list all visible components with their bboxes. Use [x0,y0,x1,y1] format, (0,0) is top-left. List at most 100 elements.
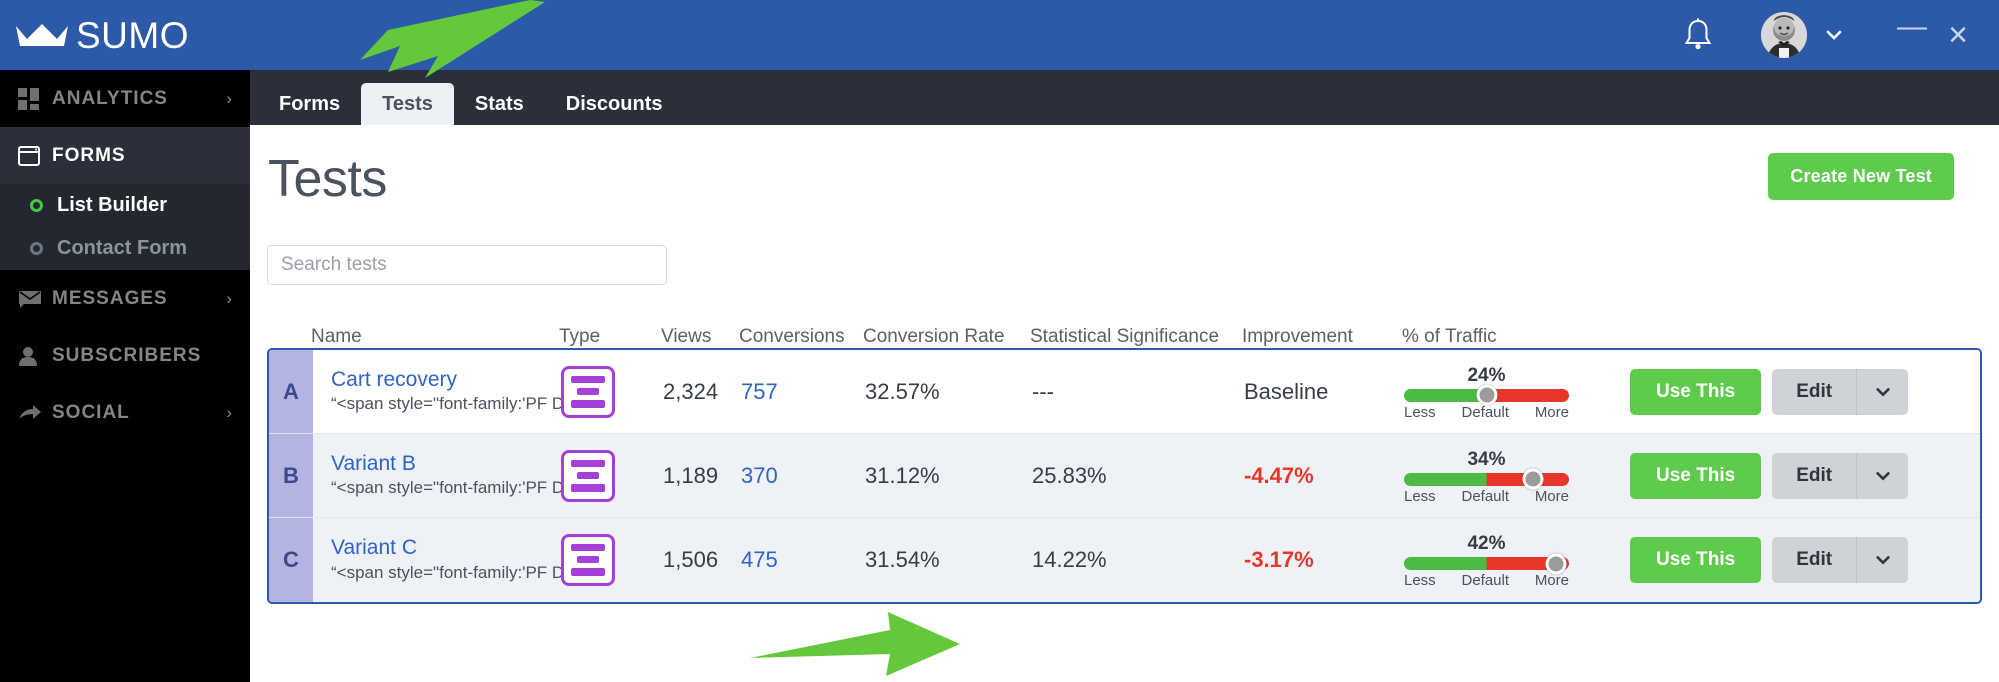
row-letter-badge: A [269,350,313,433]
template-bar [577,556,599,563]
sidebar-item-list-builder[interactable]: List Builder [0,184,250,227]
bell-icon[interactable] [1683,18,1713,52]
sidebar-item-social[interactable]: SOCIAL › [0,384,250,441]
traffic-slider-labels: Less Default More [1404,488,1569,505]
column-header-views: Views [661,326,712,347]
table-body: A Cart recovery “<span style="font-famil… [267,348,1982,604]
traffic-slider[interactable] [1404,468,1569,490]
tab-tests[interactable]: Tests [361,83,454,125]
sidebar-item-forms[interactable]: FORMS [0,127,250,184]
sidebar: ANALYTICS › FORMS List Builder Contact F… [0,70,250,682]
template-bar [571,483,605,492]
template-bar [571,399,605,408]
chevron-down-icon[interactable] [1856,537,1909,583]
sidebar-item-messages[interactable]: MESSAGES › [0,270,250,327]
chevron-down-icon[interactable] [1856,452,1909,499]
row-conversions[interactable]: 370 [741,434,865,517]
row-traffic-cell: 34% Less Default More [1404,434,1616,517]
row-improvement: -4.47% [1244,462,1314,488]
row-letter-badge: C [269,518,313,602]
tab-discounts[interactable]: Discounts [545,83,684,125]
form-template-icon[interactable] [561,449,615,502]
traffic-slider[interactable] [1404,384,1569,406]
app-window: SUMO — × ANALYTICS › FORMS List Builder … [0,0,1999,682]
sidebar-item-subscribers[interactable]: SUBSCRIBERS [0,327,250,384]
sidebar-label-subscribers: SUBSCRIBERS [52,344,202,366]
row-conversions[interactable]: 475 [741,518,865,602]
avatar[interactable] [1761,12,1807,58]
traffic-slider[interactable] [1404,553,1569,574]
row-conversion-rate: 32.57% [865,378,940,404]
row-conversion-rate: 31.12% [865,462,940,488]
tab-stats[interactable]: Stats [454,83,545,125]
sidebar-label-contact-form: Contact Form [57,237,187,259]
tab-forms[interactable]: Forms [258,83,361,125]
sidebar-label-forms: FORMS [52,144,126,166]
slider-label-default: Default [1461,403,1510,421]
table-row[interactable]: C Variant C “<span style="font-family:'P… [269,518,1980,602]
row-type-cell [561,518,663,602]
test-name-link[interactable]: Variant C [331,535,417,561]
bullet-dot-icon [30,199,43,212]
table-row[interactable]: A Cart recovery “<span style="font-famil… [269,350,1980,434]
column-header-type: Type [559,326,601,347]
slider-label-more: More [1534,572,1569,589]
form-template-icon[interactable] [561,365,615,418]
traffic-percent: 42% [1467,533,1506,554]
person-icon [18,346,52,366]
chevron-right-icon: › [226,288,232,308]
table-row[interactable]: B Variant B “<span style="font-family:'P… [269,434,1980,518]
edit-button[interactable]: Edit [1772,537,1857,583]
template-bar [571,375,605,383]
row-conversions[interactable]: 757 [741,350,865,433]
row-improvement: Baseline [1244,378,1329,404]
tests-table: Name Type Views Conversions Conversion R… [267,310,1982,604]
test-name-link[interactable]: Variant B [331,451,416,477]
use-this-button[interactable]: Use This [1630,537,1762,583]
traffic-percent: 24% [1467,364,1506,386]
close-button[interactable]: × [1935,12,1981,58]
row-letter-badge: B [269,434,313,517]
row-actions: Use This Edit [1616,434,1980,517]
minimize-button[interactable]: — [1889,12,1935,58]
use-this-button[interactable]: Use This [1630,452,1762,499]
row-type-cell [561,350,663,433]
use-this-button[interactable]: Use This [1630,368,1762,415]
brand-logo[interactable]: SUMO [0,17,189,54]
traffic-slider-knob[interactable] [1476,384,1497,406]
row-views: 2,324 [663,378,719,404]
traffic-slider-knob[interactable] [1545,553,1567,574]
row-conversion-rate: 31.54% [865,547,940,572]
test-subtitle: “<span style="font-family:'PF D…” [331,394,587,414]
traffic-slider-knob[interactable] [1522,468,1544,490]
slider-label-less: Less [1404,487,1436,505]
form-template-icon[interactable] [561,534,615,586]
edit-button-group: Edit [1772,537,1909,583]
tab-bar: Forms Tests Stats Discounts [250,70,1999,125]
sidebar-label-messages: MESSAGES [52,287,168,309]
create-new-test-button[interactable]: Create New Test [1768,153,1954,200]
window-icon [18,145,52,166]
row-name-cell: Variant C “<span style="font-family:'PF … [313,518,587,602]
row-type-cell [561,434,663,517]
edit-button[interactable]: Edit [1772,452,1857,499]
row-traffic-cell: 42% Less Default More [1404,518,1616,602]
column-header-statistical-significance: Statistical Significance [1030,326,1220,347]
chevron-down-icon[interactable] [1856,368,1909,415]
test-name-link[interactable]: Cart recovery [331,367,457,393]
slider-label-default: Default [1461,487,1510,505]
edit-button[interactable]: Edit [1772,368,1857,415]
slider-label-more: More [1534,487,1569,505]
row-views: 1,506 [663,547,719,572]
sidebar-item-analytics[interactable]: ANALYTICS › [0,70,250,127]
template-bar [577,387,599,395]
column-header-conversions: Conversions [739,326,845,347]
sidebar-item-contact-form[interactable]: Contact Form [0,227,250,270]
table-header-row: Name Type Views Conversions Conversion R… [267,310,1982,348]
chevron-right-icon: › [226,402,232,422]
test-subtitle: “<span style="font-family:'PF D…” [331,562,587,582]
traffic-percent: 34% [1467,448,1506,470]
chevron-down-icon[interactable] [1821,22,1847,48]
search-input[interactable] [267,245,667,285]
sidebar-label-social: SOCIAL [52,401,130,423]
